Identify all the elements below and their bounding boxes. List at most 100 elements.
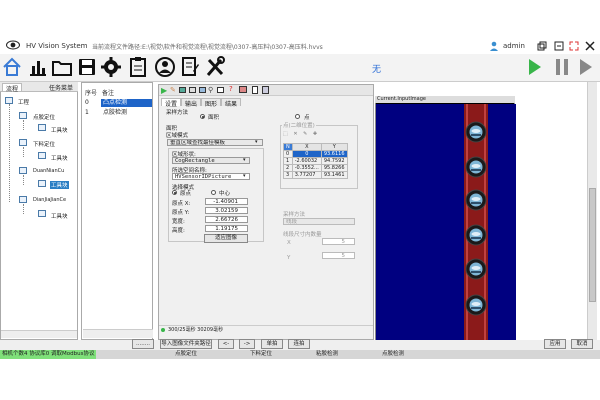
export-icon[interactable] xyxy=(262,86,269,94)
tree-node-duannian[interactable]: DuanNianCu xyxy=(33,168,64,174)
tab-process[interactable]: 流程 xyxy=(2,83,23,93)
app-eye-icon xyxy=(6,40,20,52)
pause-icon[interactable] xyxy=(554,57,570,77)
status-item-dispense-locate: 点胶定位 xyxy=(175,351,198,357)
region-mode-select[interactable]: 垂直区域查找最佳模板 xyxy=(167,139,263,146)
height-value: 1.19175 xyxy=(215,226,238,232)
import-image-folder-button[interactable]: 导入图像文件夹路径 xyxy=(160,339,212,349)
table-row[interactable]: 1 -2.60032 94.7592 xyxy=(283,157,348,165)
sampling-select[interactable]: 线段 xyxy=(283,218,355,225)
tree-node-toolblock[interactable]: 工具块 xyxy=(51,154,68,162)
point-radio[interactable] xyxy=(295,114,300,119)
image-icon[interactable] xyxy=(179,87,186,93)
point-n: 1 xyxy=(283,157,293,165)
document-edit-icon[interactable] xyxy=(180,56,200,78)
grid-icon[interactable] xyxy=(189,87,196,93)
pin-icon[interactable]: ⚲ xyxy=(208,86,213,94)
table-row[interactable]: 2 -0.3552... 95.8266 xyxy=(283,164,348,172)
area-radio[interactable] xyxy=(200,114,205,119)
table-row[interactable]: 3 3.77207 93.1461 xyxy=(283,171,348,179)
tools-icon[interactable] xyxy=(205,56,225,78)
chart-icon[interactable] xyxy=(28,56,48,78)
tab-task-menu[interactable]: 任务菜单 xyxy=(46,83,76,92)
sampling-y-input[interactable]: 5 xyxy=(322,252,355,259)
origin-radio[interactable] xyxy=(172,190,177,195)
vertical-scrollbar[interactable] xyxy=(587,82,597,340)
apply-button[interactable]: 应用 xyxy=(544,339,566,349)
point-y: 94.7592 xyxy=(320,157,348,165)
continuous-shot-button[interactable]: 连拍 xyxy=(288,339,310,349)
cancel-button[interactable]: 取消 xyxy=(571,339,593,349)
status-item-dispense-check: 点胶检测 xyxy=(382,351,405,357)
image-part-edge xyxy=(471,271,481,273)
user-icon[interactable] xyxy=(489,41,499,53)
list-scrollbar[interactable] xyxy=(83,329,153,338)
close-icon[interactable] xyxy=(585,41,595,51)
points-header-n: N xyxy=(283,143,293,151)
tab-output[interactable]: 输出 xyxy=(181,98,202,108)
list-header-index: 序号 xyxy=(85,90,98,97)
tree-node-toolblock[interactable]: 工具块 xyxy=(51,212,68,220)
tree-node-dispense-locate[interactable]: 点胶定位 xyxy=(33,113,55,121)
image-part-highlight xyxy=(471,164,481,168)
tab-settings[interactable]: 设置 xyxy=(161,98,182,108)
folder-icon[interactable] xyxy=(52,56,72,78)
origin-y-input[interactable]: 3.02159 xyxy=(205,207,248,214)
settings-gear-icon[interactable] xyxy=(101,56,121,78)
dropdown-arrow-icon[interactable]: ▾ xyxy=(243,173,246,179)
collection-method-label: 采样方法 xyxy=(166,110,189,116)
height-input[interactable]: 1.19175 xyxy=(205,225,248,232)
tree-node-project[interactable]: 工程 xyxy=(18,98,29,106)
more-button[interactable]: ........ xyxy=(132,339,154,349)
tree-node-icon xyxy=(5,97,13,104)
minimize-icon[interactable] xyxy=(554,41,564,51)
tree-node-unload-locate[interactable]: 下料定位 xyxy=(33,140,55,148)
tree-node-dianjia[interactable]: DianJiaJianCe xyxy=(33,197,66,203)
clipboard-icon[interactable] xyxy=(128,56,148,78)
tree-scrollbar[interactable] xyxy=(1,330,77,338)
user-profile-icon[interactable] xyxy=(155,56,175,78)
tree-line xyxy=(23,120,24,130)
point-n: 0 xyxy=(283,150,293,158)
run-icon[interactable] xyxy=(527,57,543,77)
camera-icon[interactable] xyxy=(239,86,247,93)
scrollbar-thumb[interactable] xyxy=(589,188,596,302)
input-image-select[interactable]: HVSensorIDPicture xyxy=(172,173,250,180)
table-row[interactable]: 0 0 93.6116 xyxy=(283,150,348,158)
fit-image-button[interactable]: 适应图像 xyxy=(204,234,248,243)
restore-icon[interactable] xyxy=(537,41,547,51)
next-image-button[interactable]: -> xyxy=(239,339,255,349)
tree-node-toolblock[interactable]: 工具块 xyxy=(51,126,68,134)
pencil-icon[interactable]: ✎ xyxy=(170,86,176,94)
point-y: 95.8266 xyxy=(320,164,348,172)
file-path: 当前流程文件路径:E:\视觉\软件和视觉流程\视觉流程\0307-高压料\030… xyxy=(92,44,323,51)
tree-node-toolblock-selected[interactable]: 工具块 xyxy=(50,181,69,189)
point-x: 3.77207 xyxy=(291,171,322,179)
prev-image-button[interactable]: <- xyxy=(218,339,234,349)
maximize-icon[interactable] xyxy=(569,41,579,51)
dropdown-arrow-icon[interactable]: ▾ xyxy=(255,139,258,145)
point-n: 3 xyxy=(283,171,293,179)
list-header-note: 备注 xyxy=(102,90,115,97)
stop-icon[interactable] xyxy=(578,57,594,77)
center-radio[interactable] xyxy=(211,190,216,195)
doc-icon[interactable] xyxy=(252,86,258,94)
table-icon[interactable] xyxy=(217,87,224,93)
display-icon[interactable] xyxy=(199,87,206,93)
run-tool-icon[interactable]: ▶ xyxy=(161,86,167,95)
tab-results[interactable]: 结果 xyxy=(221,98,242,108)
list-item[interactable]: 0 凸点检测 xyxy=(83,99,153,107)
dropdown-arrow-icon[interactable]: ▾ xyxy=(243,157,246,163)
origin-x-input[interactable]: -1.40901 xyxy=(205,198,248,205)
image-display[interactable] xyxy=(375,96,516,341)
region-type-select[interactable]: CogRectangle xyxy=(172,157,250,164)
single-shot-button[interactable]: 单拍 xyxy=(261,339,283,349)
origin-y-label: 原点 Y: xyxy=(172,210,190,216)
tab-graphics[interactable]: 图形 xyxy=(201,98,222,108)
width-input[interactable]: 2.66726 xyxy=(205,216,248,223)
home-icon[interactable] xyxy=(2,56,22,78)
list-item[interactable]: 1 点胶检测 xyxy=(83,109,153,117)
sampling-x-input[interactable]: 5 xyxy=(322,238,355,245)
help-icon[interactable]: ? xyxy=(229,85,233,93)
save-icon[interactable] xyxy=(77,56,97,78)
